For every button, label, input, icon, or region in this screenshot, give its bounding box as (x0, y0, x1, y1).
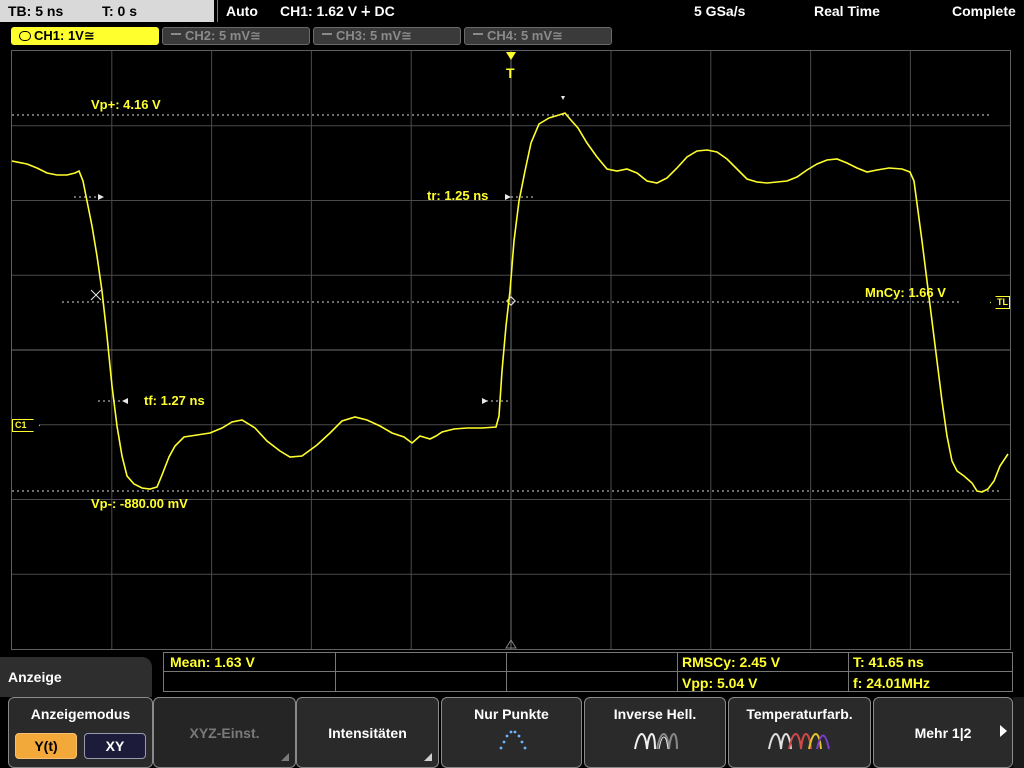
tab-ch2-label: CH2: 5 mV≅ (185, 28, 261, 43)
crossing-markers (90, 289, 516, 306)
measurement-row-divider (163, 671, 1013, 672)
vp-plus-label: Vp+: 4.16 V (91, 97, 161, 112)
more-label: Mehr 1|2 (914, 725, 972, 741)
vpp-measurement[interactable]: Vpp: 5.04 V (682, 675, 757, 691)
more-softkey[interactable]: Mehr 1|2 (873, 697, 1013, 768)
tab-ch3[interactable]: CH3: 5 mV≅ (313, 27, 461, 45)
tab-ch4-label: CH4: 5 mV≅ (487, 28, 563, 43)
waveform-canvas (12, 51, 1010, 649)
menu-title: Anzeige (0, 657, 152, 697)
channel1-offset-marker-label: C1 (15, 420, 27, 430)
tab-ch3-label: CH3: 5 mV≅ (336, 28, 412, 43)
trigger-position-marker[interactable]: T (506, 65, 515, 81)
next-page-arrow-icon[interactable] (1000, 725, 1007, 737)
vp-minus-label: Vp-: -880.00 mV (91, 496, 188, 511)
rise-time-label: tr: 1.25 ns (427, 188, 489, 203)
display-mode-caption: Anzeigemodus (30, 706, 131, 722)
period-measurement[interactable]: T: 41.65 ns (853, 654, 924, 670)
tab-ch2[interactable]: CH2: 5 mV≅ (162, 27, 310, 45)
intensities-label: Intensitäten (328, 725, 407, 741)
timebase-label: TB: 5 ns (8, 3, 64, 19)
tab-ch1-label: CH1: 1V≅ (34, 28, 95, 43)
status-divider (217, 0, 218, 22)
channel-on-icon (19, 31, 31, 41)
xyz-settings-label: XYZ-Einst. (189, 725, 260, 741)
status-bar: TB: 5 ns T: 0 s Auto CH1: 1.62 V ∔ DC 5 … (0, 0, 1024, 24)
channel-off-icon (473, 33, 483, 36)
trigger-mode[interactable]: Auto (226, 3, 258, 19)
measurement-cursors (12, 114, 1002, 492)
trigger-info[interactable]: CH1: 1.62 V ∔ DC (280, 3, 395, 20)
dots-waveform-icon (499, 730, 527, 750)
inverse-brightness-label: Inverse Hell. (613, 706, 697, 722)
measurement-col-divider (677, 652, 678, 692)
measurement-col-divider (848, 652, 849, 692)
timebase-box[interactable]: TB: 5 ns T: 0 s (0, 0, 214, 22)
trigger-position-arrow (506, 52, 516, 60)
rms-cycle-measurement[interactable]: RMSCy: 2.45 V (682, 654, 780, 670)
inverse-brightness-softkey[interactable]: Inverse Hell. (584, 697, 726, 768)
display-mode-yt-button[interactable]: Y(t) (15, 733, 77, 759)
tab-ch1[interactable]: CH1: 1V≅ (11, 27, 159, 45)
acquisition-mode: Real Time (814, 3, 880, 19)
dots-only-label: Nur Punkte (474, 706, 549, 722)
temperature-colors-label: Temperaturfarb. (746, 706, 853, 722)
cursor-arrows (98, 96, 565, 404)
sample-rate: 5 GSa/s (694, 3, 746, 19)
display-mode-softkey[interactable]: Anzeigemodus Y(t) XY (8, 697, 153, 768)
mean-cycle-label: MnCy: 1.66 V (865, 285, 946, 300)
tab-ch4[interactable]: CH4: 5 mV≅ (464, 27, 612, 45)
acquisition-state: Complete (952, 3, 1016, 19)
channel-off-icon (171, 33, 181, 36)
trigger-time-label: T: 0 s (102, 3, 138, 19)
channel-off-icon (322, 33, 332, 36)
dots-only-softkey[interactable]: Nur Punkte (441, 697, 582, 768)
center-axes (12, 51, 1010, 649)
trigger-level-marker-label: TL (997, 297, 1008, 307)
temperature-colors-softkey[interactable]: Temperaturfarb. (728, 697, 871, 768)
intensities-softkey[interactable]: Intensitäten (296, 697, 439, 768)
frequency-measurement[interactable]: f: 24.01MHz (853, 675, 930, 691)
menu-scroll-area[interactable] (1000, 697, 1024, 768)
inverse-waveform-icon (634, 733, 678, 750)
measurement-col-divider (335, 652, 336, 692)
submenu-corner-icon (281, 753, 289, 761)
xyz-settings-softkey[interactable]: XYZ-Einst. (153, 697, 296, 768)
temperature-waveform-icon (768, 733, 830, 750)
fall-time-label: tf: 1.27 ns (144, 393, 205, 408)
measurement-col-divider (506, 652, 507, 692)
submenu-corner-icon (424, 753, 432, 761)
display-mode-xy-button[interactable]: XY (84, 733, 146, 759)
mean-measurement[interactable]: Mean: 1.63 V (170, 654, 255, 670)
waveform-display[interactable]: T Vp+: 4.16 V Vp-: -880.00 mV tr: 1.25 n… (11, 50, 1011, 650)
